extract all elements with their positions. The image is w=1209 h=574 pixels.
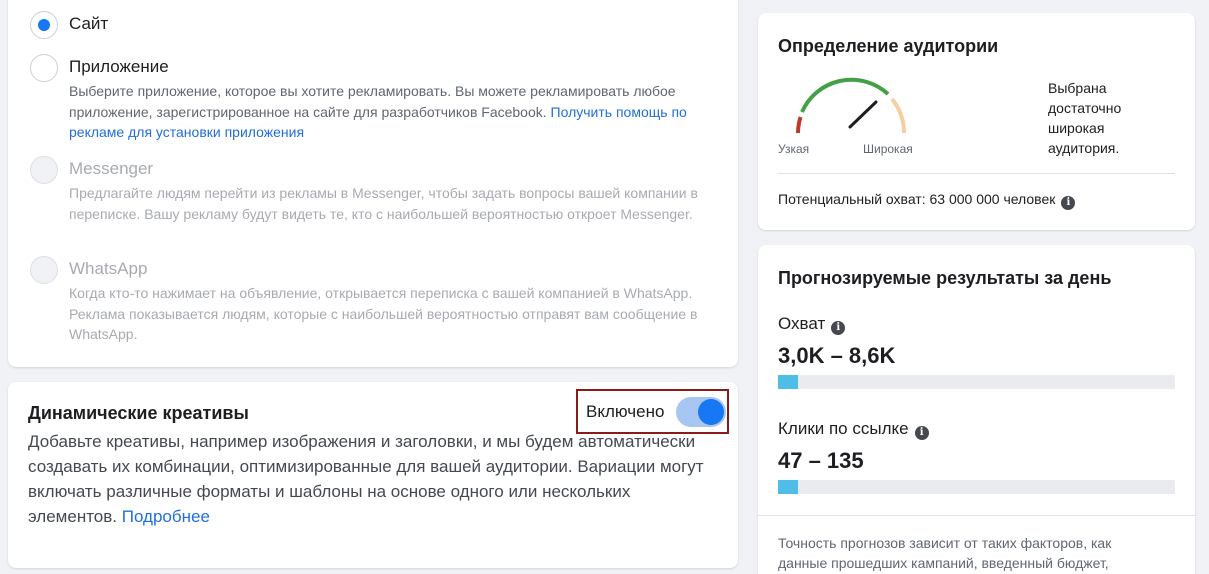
info-icon[interactable]: i bbox=[914, 426, 929, 440]
option-whatsapp-title: WhatsApp bbox=[69, 259, 148, 278]
clicks-value: 47 – 135 bbox=[778, 448, 864, 473]
reach-bar-fill bbox=[778, 375, 798, 389]
audience-definition-card: Определение аудитории Узкая Широкая Выбр… bbox=[758, 13, 1195, 230]
toggle-highlight: Включено bbox=[576, 389, 729, 434]
potential-reach-text: Потенциальный охват: 63 000 000 человек bbox=[778, 191, 1056, 207]
dynamic-creatives-title: Динамические креативы bbox=[28, 403, 249, 423]
info-icon[interactable]: i bbox=[831, 321, 846, 335]
divider bbox=[758, 515, 1195, 516]
audience-status: Выбрана достаточно широкая аудитория. bbox=[1048, 80, 1122, 156]
info-icon[interactable]: i bbox=[1061, 196, 1076, 210]
reach-label: Охват bbox=[778, 314, 826, 333]
gauge-narrow-label: Узкая bbox=[778, 142, 810, 156]
gauge-broad-label: Широкая bbox=[863, 142, 913, 156]
reach-metric: Охват i bbox=[778, 314, 846, 335]
toggle-label: Включено bbox=[586, 402, 665, 421]
clicks-metric: Клики по ссылке i bbox=[778, 419, 929, 440]
clicks-label: Клики по ссылке bbox=[778, 419, 909, 438]
dynamic-creatives-card: Динамические креативы Включено Добавьте … bbox=[8, 382, 738, 568]
clicks-bar bbox=[778, 480, 1175, 494]
potential-reach: Потенциальный охват: 63 000 000 человек i bbox=[778, 191, 1076, 210]
dynamic-creatives-toggle[interactable] bbox=[676, 397, 726, 427]
audience-gauge-icon bbox=[796, 77, 907, 134]
option-app-desc: Выберите приложение, которое вы хотите р… bbox=[69, 81, 729, 143]
messenger-radio bbox=[30, 156, 58, 184]
learn-more-link[interactable]: Подробнее bbox=[122, 507, 210, 526]
option-messenger-title: Messenger bbox=[69, 159, 154, 178]
whatsapp-radio bbox=[30, 256, 58, 284]
option-website-title: Сайт bbox=[69, 14, 109, 33]
results-title: Прогнозируемые результаты за день bbox=[778, 268, 1112, 288]
divider bbox=[778, 173, 1175, 174]
app-radio[interactable] bbox=[30, 54, 58, 82]
destination-card: Сайт Приложение Выберите приложение, кот… bbox=[8, 0, 738, 367]
clicks-bar-fill bbox=[778, 480, 798, 494]
results-footnote: Точность прогнозов зависит от таких факт… bbox=[778, 535, 1112, 571]
dynamic-creatives-desc: Добавьте креативы, например изображения … bbox=[28, 429, 718, 529]
website-radio[interactable] bbox=[30, 11, 58, 39]
option-app-title: Приложение bbox=[69, 57, 169, 76]
option-messenger-desc: Предлагайте людям перейти из рекламы в M… bbox=[69, 185, 698, 222]
audience-title: Определение аудитории bbox=[778, 36, 999, 56]
estimated-results-card: Прогнозируемые результаты за день Охват i… bbox=[758, 245, 1195, 574]
option-whatsapp-desc: Когда кто-то нажимает на объявление, отк… bbox=[69, 285, 698, 342]
toggle-knob bbox=[698, 399, 724, 425]
reach-value: 3,0K – 8,6K bbox=[778, 343, 896, 368]
reach-bar bbox=[778, 375, 1175, 389]
